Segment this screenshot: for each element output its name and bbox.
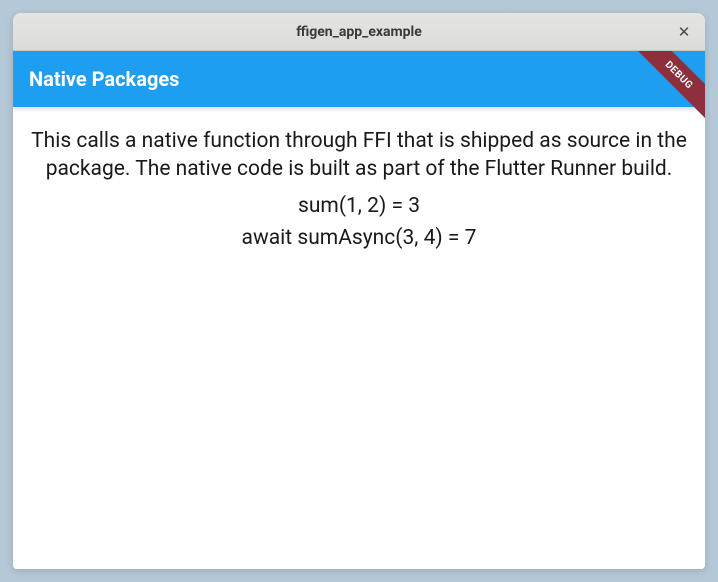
sum-async-result-text: await sumAsync(3, 4) = 7	[242, 226, 477, 250]
window-titlebar[interactable]: ffigen_app_example ✕	[13, 13, 705, 51]
app-window: ffigen_app_example ✕ Native Packages DEB…	[13, 13, 705, 569]
sum-result-text: sum(1, 2) = 3	[298, 194, 420, 218]
app-bar-title: Native Packages	[29, 67, 179, 91]
description-text: This calls a native function through FFI…	[29, 127, 689, 184]
close-icon[interactable]: ✕	[675, 23, 693, 41]
content-area: This calls a native function through FFI…	[13, 107, 705, 569]
app-bar: Native Packages DEBUG	[13, 51, 705, 107]
window-title: ffigen_app_example	[296, 24, 422, 40]
debug-banner-label: DEBUG	[663, 59, 695, 91]
